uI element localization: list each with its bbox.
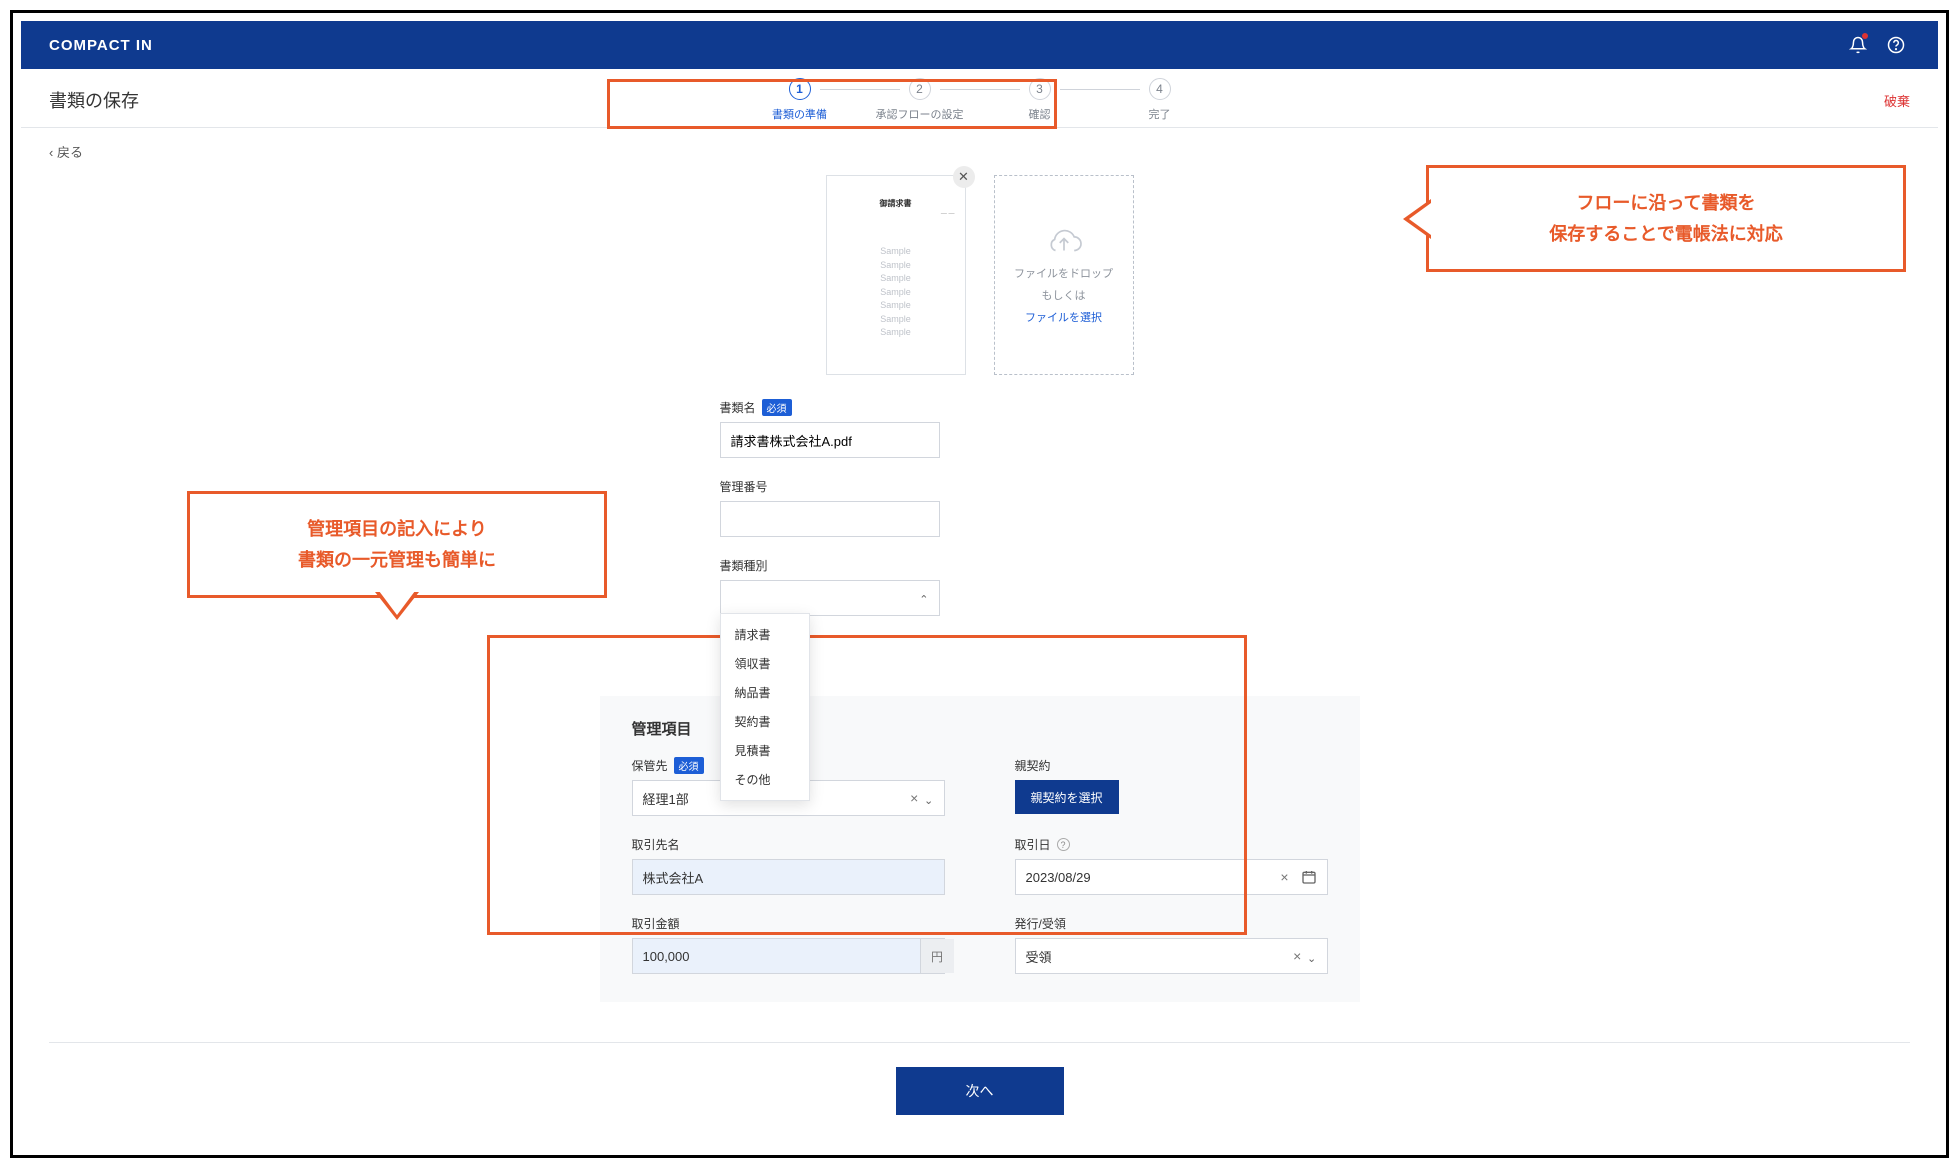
help-icon[interactable] (1882, 31, 1910, 59)
file-select-link[interactable]: ファイルを選択 (1025, 309, 1102, 325)
dropdown-option[interactable]: 契約書 (721, 707, 809, 736)
partner-input[interactable]: 株式会社A (632, 859, 945, 895)
page-title: 書類の保存 (49, 87, 139, 113)
dropdown-option[interactable]: 見積書 (721, 736, 809, 765)
parent-contract-button[interactable]: 親契約を選択 (1015, 780, 1119, 814)
chevron-up-icon (919, 591, 928, 606)
page-bar: 書類の保存 1 書類の準備 2 承認フローの設定 3 確認 4 完了 破棄 (21, 69, 1938, 128)
partner-label: 取引先名 (632, 836, 945, 853)
callout-mgmt: 管理項目の記入により 書類の一元管理も簡単に (187, 491, 607, 598)
step-3: 3 確認 (980, 78, 1100, 122)
dropdown-option[interactable]: 領収書 (721, 649, 809, 678)
currency-unit: 円 (920, 939, 954, 973)
required-badge: 必須 (762, 399, 792, 416)
upload-cloud-icon (1043, 225, 1085, 259)
file-dropzone[interactable]: ファイルをドロップ もしくは ファイルを選択 (994, 175, 1134, 375)
doc-type-label: 書類種別 (720, 557, 940, 574)
app-header: COMPACT IN (21, 21, 1938, 69)
amount-label: 取引金額 (632, 915, 945, 932)
document-preview[interactable]: ✕ 御請求書 — — Sample Sample Sample Sample S… (826, 175, 966, 375)
parent-contract-label: 親契約 (1015, 757, 1328, 774)
help-tooltip-icon[interactable]: ? (1057, 838, 1070, 851)
dropdown-option[interactable]: 納品書 (721, 678, 809, 707)
transaction-date-input[interactable]: 2023/08/29 × (1015, 859, 1328, 895)
step-2: 2 承認フローの設定 (860, 78, 980, 122)
notification-bell-icon[interactable] (1844, 31, 1872, 59)
logo: COMPACT IN (49, 37, 153, 54)
doc-type-dropdown: 請求書 領収書 納品書 契約書 見積書 その他 (720, 613, 810, 801)
doc-name-label: 書類名 必須 (720, 399, 940, 416)
next-button[interactable]: 次へ (896, 1067, 1064, 1115)
step-1: 1 書類の準備 (740, 78, 860, 122)
divider (49, 1042, 1910, 1043)
chevron-down-icon (1307, 949, 1316, 964)
chevron-down-icon (924, 791, 933, 806)
doc-type-select[interactable] (720, 580, 940, 616)
mgmt-no-input[interactable] (720, 501, 940, 537)
discard-link[interactable]: 破棄 (1884, 91, 1910, 110)
issue-receive-select[interactable]: 受領 × (1015, 938, 1328, 974)
callout-flow: フローに沿って書類を 保存することで電帳法に対応 (1426, 165, 1906, 272)
calendar-icon[interactable] (1301, 869, 1317, 885)
step-4: 4 完了 (1100, 78, 1220, 122)
clear-icon[interactable]: × (910, 790, 918, 806)
issue-receive-label: 発行/受領 (1015, 915, 1328, 932)
dropdown-option[interactable]: その他 (721, 765, 809, 794)
back-link[interactable]: ‹ 戻る (49, 145, 83, 160)
close-icon[interactable]: ✕ (953, 166, 975, 188)
clear-icon[interactable]: × (1280, 869, 1288, 885)
mgmt-no-label: 管理番号 (720, 478, 940, 495)
amount-input[interactable]: 100,000 円 (632, 938, 945, 974)
clear-icon[interactable]: × (1293, 948, 1301, 964)
doc-name-input[interactable] (720, 422, 940, 458)
transaction-date-label: 取引日 ? (1015, 836, 1328, 853)
stepper: 1 書類の準備 2 承認フローの設定 3 確認 4 完了 (740, 78, 1220, 122)
dropdown-option[interactable]: 請求書 (721, 620, 809, 649)
management-section: 管理項目 保管先 必須 経理1部 × 親契約 親契約を選択 (600, 696, 1360, 1002)
